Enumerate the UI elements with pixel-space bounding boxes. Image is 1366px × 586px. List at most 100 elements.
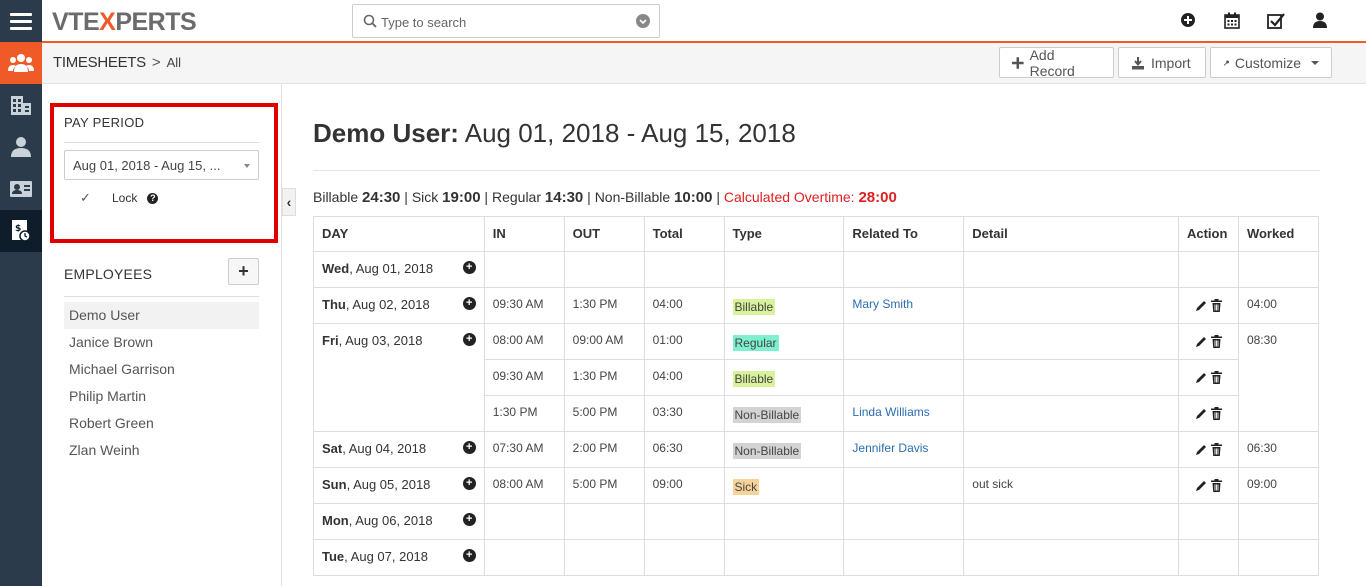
breadcrumb-module[interactable]: TIMESHEETS [53, 54, 146, 71]
users-group-icon[interactable] [0, 42, 42, 84]
timesheet-icon[interactable]: $ [0, 210, 42, 252]
type-cell: Non-Billable [723, 395, 845, 432]
delete-icon[interactable] [1210, 335, 1222, 348]
page-title: Demo User: Aug 01, 2018 - Aug 15, 2018 [313, 118, 796, 149]
type-badge: Non-Billable [732, 443, 802, 459]
edit-icon[interactable] [1195, 408, 1207, 420]
customize-button[interactable]: Customize [1210, 47, 1332, 78]
search-input[interactable] [381, 12, 621, 32]
hours-summary: Billable 24:30 | Sick 19:00 | Regular 14… [313, 189, 897, 206]
highlight-box [50, 103, 278, 243]
employee-item[interactable]: Robert Green [64, 410, 259, 437]
add-entry-icon[interactable]: + [462, 441, 476, 454]
out-cell [563, 503, 645, 540]
day-cell: Sun, Aug 05, 2018 + [313, 467, 485, 504]
employee-item[interactable]: Janice Brown [64, 329, 259, 356]
column-header: OUT [563, 216, 645, 252]
edit-icon[interactable] [1195, 480, 1207, 492]
edit-icon[interactable] [1195, 300, 1207, 312]
app-logo[interactable]: VTEXPERTS [52, 8, 197, 37]
edit-icon[interactable] [1195, 372, 1207, 384]
type-badge: Non-Billable [732, 407, 802, 423]
out-cell [563, 251, 645, 288]
type-cell: Regular [723, 323, 845, 360]
table-header-row: DAY IN OUT Total Type Related To Detail … [313, 216, 1320, 252]
calendar-icon[interactable] [1210, 12, 1254, 29]
breadcrumb: TIMESHEETS > All [53, 54, 181, 71]
in-cell [483, 539, 565, 576]
action-cell [1177, 503, 1239, 540]
employee-item[interactable]: Michael Garrison [64, 356, 259, 383]
out-cell: 5:00 PM [563, 467, 645, 504]
add-entry-icon[interactable]: + [462, 261, 476, 274]
day-cell: Wed, Aug 01, 2018 + [313, 251, 485, 288]
in-cell: 09:30 AM [483, 359, 565, 396]
type-cell [723, 251, 845, 288]
add-entry-icon[interactable]: + [462, 333, 476, 346]
type-cell: Billable [723, 287, 845, 324]
related-link[interactable]: Mary Smith [852, 297, 913, 311]
plus-circle-icon[interactable] [1166, 12, 1210, 29]
collapse-sidebar-button[interactable]: ‹ [282, 188, 296, 216]
delete-icon[interactable] [1210, 371, 1222, 384]
total-cell: 06:30 [643, 431, 725, 468]
edit-icon[interactable] [1195, 444, 1207, 456]
employee-item[interactable]: Zlan Weinh [64, 437, 259, 464]
employee-item[interactable]: Philip Martin [64, 383, 259, 410]
delete-icon[interactable] [1210, 479, 1222, 492]
type-cell [723, 503, 845, 540]
day-cell: Sat, Aug 04, 2018 + [313, 431, 485, 468]
out-cell [563, 539, 645, 576]
building-icon[interactable] [0, 84, 42, 126]
table-row: Tue, Aug 07, 2018 + [313, 539, 1320, 576]
add-employee-button[interactable]: + [228, 258, 259, 285]
worked-cell: 08:30 [1237, 323, 1320, 432]
related-cell [843, 359, 965, 396]
delete-icon[interactable] [1210, 443, 1222, 456]
chevron-down-icon[interactable] [636, 14, 650, 28]
related-cell: Mary Smith [843, 287, 965, 324]
related-link[interactable]: Linda Williams [852, 405, 929, 419]
timesheet-table: DAY IN OUT Total Type Related To Detail … [313, 216, 1320, 576]
user-icon[interactable] [1298, 12, 1342, 29]
delete-icon[interactable] [1210, 299, 1222, 312]
detail-cell [963, 395, 1179, 432]
task-checkbox-icon[interactable] [1254, 12, 1298, 29]
global-search[interactable] [352, 4, 660, 38]
add-entry-icon[interactable]: + [462, 513, 476, 526]
edit-icon[interactable] [1195, 336, 1207, 348]
column-header: Total [643, 216, 725, 252]
total-cell: 03:30 [643, 395, 725, 432]
add-record-button[interactable]: Add Record [999, 47, 1114, 79]
contact-card-icon[interactable] [0, 168, 42, 210]
worked-cell: 04:00 [1237, 287, 1320, 324]
add-entry-icon[interactable]: + [462, 477, 476, 490]
table-row: Mon, Aug 06, 2018 + [313, 503, 1320, 540]
worked-cell [1237, 539, 1320, 576]
total-cell: 09:00 [643, 467, 725, 504]
action-cell [1177, 323, 1239, 360]
breadcrumb-filter[interactable]: All [167, 55, 181, 70]
menu-icon[interactable] [0, 0, 42, 42]
total-cell: 04:00 [643, 287, 725, 324]
action-cell [1177, 251, 1239, 288]
add-entry-icon[interactable]: + [462, 297, 476, 310]
import-button[interactable]: Import [1118, 47, 1206, 78]
action-cell [1177, 359, 1239, 396]
out-cell: 5:00 PM [563, 395, 645, 432]
total-cell: 01:00 [643, 323, 725, 360]
day-cell: Fri, Aug 03, 2018 + [313, 323, 485, 432]
type-badge: Billable [732, 371, 776, 387]
breadcrumb-separator: > [151, 54, 161, 71]
table-row: Fri, Aug 03, 2018 +08:00 AM 09:00 AM 01:00… [313, 323, 1320, 432]
delete-icon[interactable] [1210, 407, 1222, 420]
module-rail: $ [0, 0, 42, 586]
worked-cell: 06:30 [1237, 431, 1320, 468]
caret-down-icon [1311, 60, 1319, 65]
person-icon[interactable] [0, 126, 42, 168]
add-entry-icon[interactable]: + [462, 549, 476, 562]
related-link[interactable]: Jennifer Davis [852, 441, 928, 455]
total-cell [643, 503, 725, 540]
employee-item[interactable]: Demo User [64, 302, 259, 329]
employees-title: EMPLOYEES [64, 266, 153, 282]
